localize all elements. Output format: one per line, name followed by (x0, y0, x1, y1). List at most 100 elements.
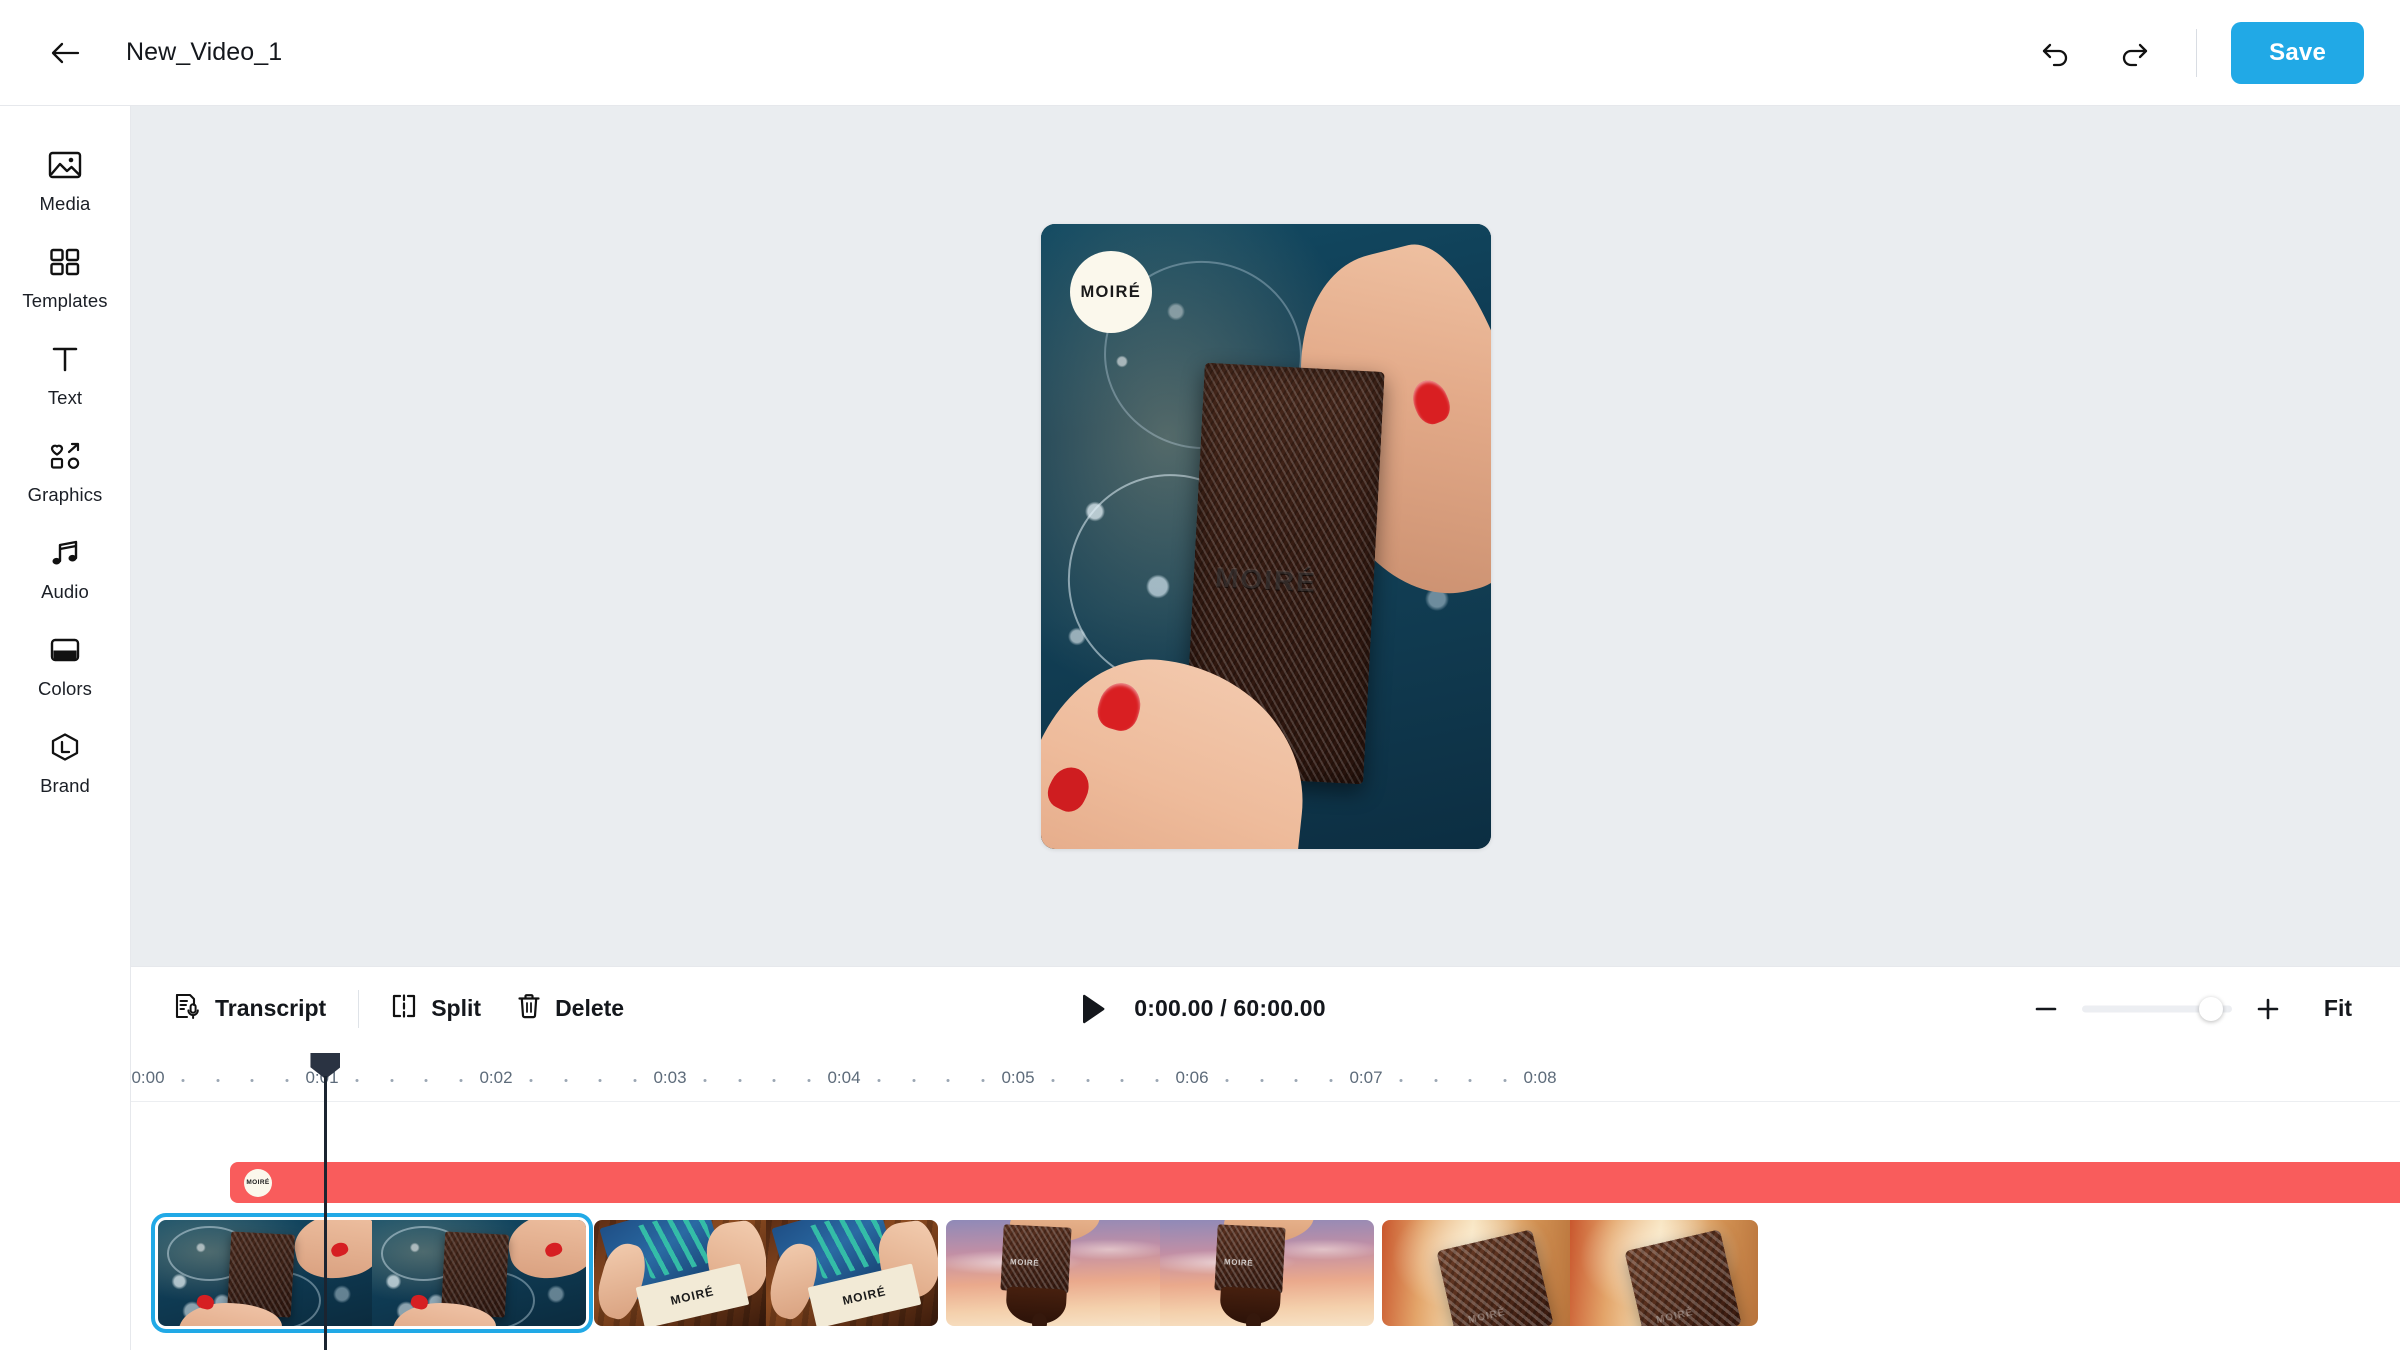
ruler-tick-dot (424, 1079, 428, 1082)
sidebar-item-label: Templates (22, 290, 108, 311)
sidebar: Media Templates Text Graphics Audio Colo… (0, 106, 131, 1050)
redo-button[interactable] (2106, 25, 2162, 81)
split-label: Split (431, 995, 482, 1021)
ruler-tick-dot (1225, 1079, 1229, 1082)
ruler-tick-dot (1260, 1079, 1264, 1082)
fit-button[interactable]: Fit (2312, 987, 2364, 1030)
video-editor-app: New_Video_1 Save Media Templates Text Gr… (0, 0, 2400, 1350)
ruler-tick-dot (703, 1079, 707, 1082)
delete-button[interactable]: Delete (499, 983, 642, 1035)
brand-logo-badge[interactable]: MOIRÉ (1069, 251, 1152, 333)
sidebar-item-label: Graphics (27, 484, 103, 505)
zoom-slider-knob[interactable] (2198, 996, 2223, 1021)
ruler-tick-dot (216, 1079, 220, 1082)
top-bar: New_Video_1 Save (0, 0, 2400, 106)
image-icon (48, 146, 82, 184)
top-bar-actions: Save (2028, 21, 2364, 84)
ruler-tick-dot (912, 1079, 916, 1082)
color-swatch-icon (48, 631, 82, 669)
timeline-clip[interactable]: MOIRÉ MOIRÉ (1382, 1220, 1758, 1326)
sidebar-item-brand[interactable]: Brand (10, 712, 120, 809)
brand-hexagon-icon (49, 728, 81, 766)
shapes-icon (48, 437, 82, 475)
toolbar-divider (2196, 28, 2198, 77)
ruler-tick-dot (981, 1079, 985, 1082)
clip-thumbnail-frame: MOIRÉ (946, 1220, 1160, 1326)
ruler-tick-dot (1399, 1079, 1403, 1082)
ruler-tick-label: 0:03 (653, 1068, 687, 1087)
zoom-slider[interactable] (2081, 996, 2232, 1021)
timeline-clip[interactable]: MOIRÉ MOIRÉ (946, 1220, 1374, 1326)
sidebar-item-label: Media (39, 193, 91, 214)
redo-icon (2123, 43, 2148, 66)
overlay-clip-brand-logo[interactable]: MOIRÉ (230, 1162, 2400, 1203)
sidebar-item-media[interactable]: Media (10, 130, 120, 227)
sidebar-item-colors[interactable]: Colors (10, 615, 120, 712)
plus-icon (2257, 998, 2279, 1019)
ruler-tick-label: 0:04 (827, 1068, 861, 1087)
transcript-button[interactable]: Transcript (155, 982, 344, 1036)
grid-icon (49, 243, 81, 281)
ruler-tick-dot (807, 1079, 811, 1082)
ruler-tick-dot (1294, 1079, 1298, 1082)
editor-toolbar: Transcript Split Delete 0:00.00 / 60:00.… (131, 966, 2400, 1050)
undo-icon (2042, 43, 2068, 66)
ruler-tick-label: 0:07 (1349, 1068, 1383, 1087)
timeline-tracks-area[interactable]: 0:00 0:01 0:02 0:03 0:04 0:05 0:06 0:07 0:08 MOI… (131, 1050, 2400, 1350)
transport-controls: 0:00.00 / 60:00.00 (1074, 988, 1326, 1030)
ruler-tick-dot (1120, 1079, 1124, 1082)
timeline: 0:00 0:01 0:02 0:03 0:04 0:05 0:06 0:07 0:08 MOI… (0, 1050, 2400, 1350)
sidebar-item-templates[interactable]: Templates (10, 227, 120, 324)
clip-thumbnail-frame: MOIRÉ (1382, 1220, 1570, 1326)
video-preview-canvas[interactable]: MOIRÉ MOIRÉ (1040, 223, 1491, 849)
sidebar-item-label: Audio (41, 581, 89, 602)
save-button[interactable]: Save (2231, 21, 2364, 84)
stage-column: MOIRÉ MOIRÉ (131, 106, 2400, 1050)
timeline-gutter (0, 1050, 131, 1350)
ruler-tick-dot (355, 1079, 359, 1082)
sidebar-item-label: Brand (40, 775, 90, 796)
ruler-tick-dot (1434, 1079, 1438, 1082)
ruler-tick-dot (285, 1079, 289, 1082)
ruler-tick-dot (633, 1079, 637, 1082)
ruler-tick-label: 0:01 (305, 1068, 339, 1087)
ruler-tick-dot (390, 1079, 394, 1082)
ruler-tick-dot (598, 1079, 602, 1082)
ruler-tick-dot (181, 1079, 185, 1082)
sidebar-item-audio[interactable]: Audio (10, 518, 120, 615)
timeline-clip[interactable] (151, 1213, 593, 1333)
zoom-out-button[interactable] (2024, 987, 2068, 1031)
zoom-controls: Fit (2024, 987, 2364, 1031)
transcript-label: Transcript (215, 995, 327, 1021)
sidebar-item-label: Colors (37, 678, 93, 699)
back-button[interactable] (42, 30, 88, 76)
clip-thumbnail-frame: MOIRÉ (766, 1220, 938, 1326)
overlay-clip-logo: MOIRÉ (244, 1168, 272, 1197)
play-button[interactable] (1074, 988, 1112, 1030)
ruler-tick-dot (1051, 1079, 1055, 1082)
ruler-tick-dot (1086, 1079, 1090, 1082)
sidebar-item-graphics[interactable]: Graphics (10, 421, 120, 518)
ruler-tick-dot (529, 1079, 533, 1082)
toolbar-divider (358, 989, 360, 1028)
ruler-tick-label: 0:02 (479, 1068, 513, 1087)
clip-thumbnail-frame (372, 1220, 586, 1326)
ruler-tick-dot (1155, 1079, 1159, 1082)
ruler-tick-label: 0:08 (1523, 1068, 1557, 1087)
timeline-clip[interactable]: MOIRÉ MOIRÉ (594, 1220, 938, 1326)
page-title[interactable]: New_Video_1 (126, 38, 282, 67)
text-t-icon (49, 340, 81, 378)
music-note-icon (49, 534, 81, 572)
sidebar-item-label: Text (47, 387, 83, 408)
delete-label: Delete (555, 995, 625, 1021)
sidebar-item-text[interactable]: Text (10, 324, 120, 421)
split-button[interactable]: Split (373, 983, 499, 1035)
zoom-in-button[interactable] (2246, 987, 2290, 1031)
timeline-ruler[interactable]: 0:00 0:01 0:02 0:03 0:04 0:05 0:06 0:07 0:08 (131, 1050, 2400, 1102)
undo-button[interactable] (2028, 25, 2084, 81)
editor-body: Media Templates Text Graphics Audio Colo… (0, 106, 2400, 1050)
ruler-tick-dot (459, 1079, 463, 1082)
ruler-tick-label: 0:06 (1175, 1068, 1209, 1087)
clip-thumbnail-frame: MOIRÉ (594, 1220, 766, 1326)
ruler-tick-dot (946, 1079, 950, 1082)
